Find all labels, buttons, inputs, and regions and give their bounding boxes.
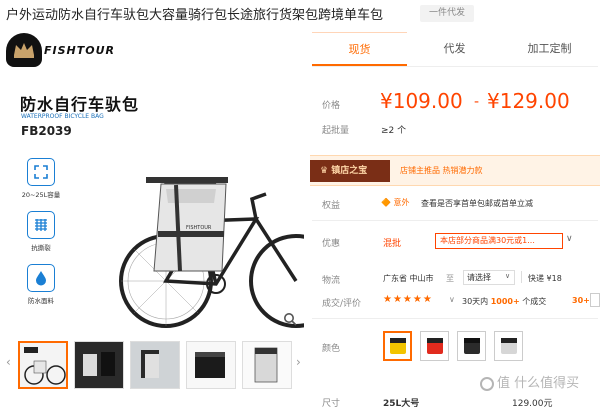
store-treasure-banner: ♛ 镇店之宝 店铺主推品 热销潜力款 [310, 155, 600, 186]
feature-tear-resistant: 抗撕裂 [19, 211, 63, 252]
color-swatch-black[interactable] [457, 331, 486, 361]
tab-custom[interactable]: 加工定制 [502, 32, 597, 66]
shipping-label: 物流 [322, 276, 341, 286]
droplet-icon [27, 264, 55, 292]
thumbnail-strip: ‹ › [6, 339, 304, 395]
product-title: 户外运动防水自行车驮包大容量骑行包长途旅行货架包跨境单车包 [6, 8, 384, 23]
bicycle-with-pannier-image: FISHTOUR [119, 177, 304, 328]
brand-name: FISHTOUR [44, 43, 115, 57]
deal-count: 30天内 1000+ 个成交 [462, 296, 546, 307]
chevron-down-icon[interactable]: ∨ [566, 234, 573, 244]
watermark: 值 什么值得买 [480, 372, 579, 391]
discount-label: 优惠 [322, 239, 341, 249]
moq-value: ≥2 个 [381, 126, 407, 136]
discount-coupon-box[interactable]: 本店部分商品满30元或1... [435, 233, 563, 249]
feature-tear-resistant-label: 抗撕裂 [31, 244, 51, 252]
chevron-down-icon[interactable]: ∨ [449, 295, 455, 304]
panel-heading: 防水自行车驮包 [20, 95, 140, 114]
deal-count-prefix: 30天内 [462, 297, 489, 306]
brand-logo: FISHTOUR [6, 33, 124, 67]
benefits-label: 权益 [322, 201, 341, 211]
color-swatch-yellow[interactable] [383, 331, 412, 361]
size-label: 尺寸 [322, 399, 341, 407]
divider [521, 271, 522, 283]
divider [312, 318, 598, 319]
dropship-badge[interactable]: 一件代发 [420, 5, 474, 22]
zoom-icon[interactable] [280, 309, 300, 329]
deal-count-suffix: 个成交 [522, 297, 547, 306]
feature-capacity-label: 20~25L容量 [21, 191, 61, 199]
watermark-text: 值 什么值得买 [497, 376, 580, 391]
color-label: 颜色 [322, 344, 341, 354]
fabric-icon [27, 211, 55, 239]
thumbnail-1[interactable] [18, 341, 68, 389]
price-label: 价格 [322, 101, 341, 111]
thumb-next-button[interactable]: › [296, 355, 301, 369]
chevron-down-icon[interactable]: ∨ [505, 272, 510, 280]
color-swatch-gray[interactable] [494, 331, 523, 361]
divider [312, 220, 598, 221]
size-price: 129.00元 [512, 399, 553, 407]
purchase-tabs: 现货 代发 加工定制 [312, 32, 598, 67]
shipping-express-fee: 快递 ¥18 [528, 274, 562, 283]
rating-stars: ★★★★★ [383, 294, 433, 305]
thumbnail-3[interactable] [130, 341, 180, 389]
feature-waterproof-label: 防水面料 [28, 297, 54, 305]
price-high: ¥129.00 [487, 89, 570, 113]
crown-icon [6, 33, 42, 67]
review-count[interactable]: 30+ [572, 296, 590, 305]
benefit-tag: 🔶 意外 [381, 198, 410, 207]
deal-count-number: 1000+ [490, 297, 520, 306]
color-swatch-red[interactable] [420, 331, 449, 361]
thumbnail-4[interactable] [186, 341, 236, 389]
feature-waterproof: 防水面料 [19, 264, 63, 305]
tab-dropship[interactable]: 代发 [407, 32, 502, 66]
benefit-link[interactable]: 查看是否享首单包邮或首单立减 [421, 198, 533, 209]
svg-text:FISHTOUR: FISHTOUR [186, 225, 212, 231]
panel-subheading: WATERPROOF BICYCLE BAG [21, 113, 104, 120]
shipping-to-word: 至 [446, 274, 454, 283]
evaluation-label: 成交/评价 [322, 299, 362, 309]
feature-capacity: 20~25L容量 [19, 158, 63, 199]
moq-label: 起批量 [322, 126, 350, 136]
watermark-logo-icon [480, 376, 494, 391]
size-option[interactable]: 25L大号 [383, 396, 419, 407]
shipping-origin: 广东省 中山市 [383, 274, 434, 283]
thumb-prev-button[interactable]: ‹ [6, 355, 11, 369]
price-separator: - [474, 94, 480, 110]
thumbnail-5[interactable] [242, 341, 292, 389]
crown-icon: ♛ [320, 166, 332, 176]
store-treasure-badge-label: 镇店之宝 [331, 166, 368, 176]
store-treasure-badge: ♛ 镇店之宝 [310, 160, 390, 182]
product-image-panel: FISHTOUR 防水自行车驮包 WATERPROOF BICYCLE BAG … [6, 31, 304, 331]
panel-model: FB2039 [21, 124, 72, 138]
price-low: ¥109.00 [380, 89, 463, 113]
tab-in-stock[interactable]: 现货 [312, 32, 407, 66]
thumbnail-2[interactable] [74, 341, 124, 389]
discount-type: 混批 [383, 239, 402, 249]
review-scroll-handle[interactable] [590, 293, 600, 307]
expand-icon [27, 158, 55, 186]
promo-text: 店铺主推品 热销潜力款 [400, 166, 483, 175]
